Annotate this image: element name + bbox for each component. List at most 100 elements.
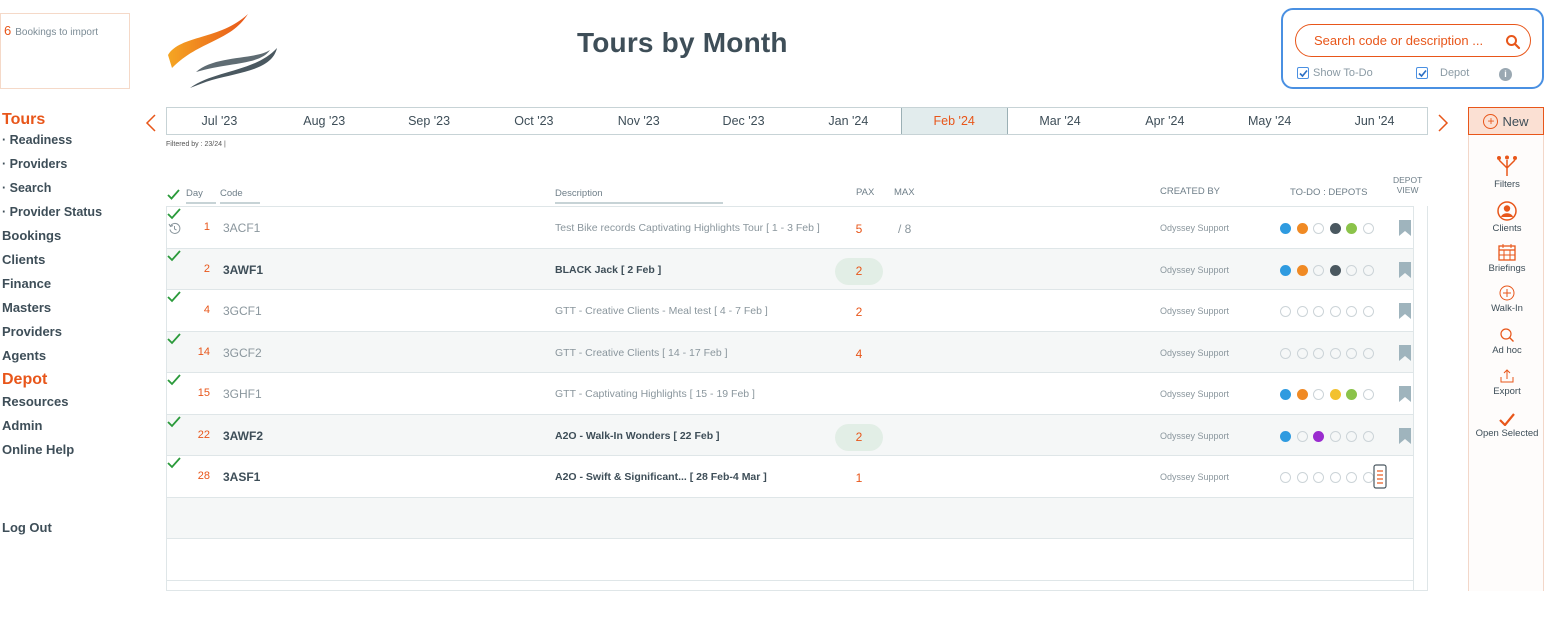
- depot-checkbox[interactable]: Depot: [1416, 67, 1469, 79]
- scrollbar[interactable]: [1413, 206, 1428, 591]
- row-code[interactable]: 3GCF1: [223, 304, 262, 318]
- check-icon[interactable]: [167, 291, 181, 303]
- nav-depot[interactable]: Depot: [2, 372, 102, 394]
- row-created-by: Odyssey Support: [1160, 472, 1229, 482]
- todo-depot-status[interactable]: [1280, 265, 1379, 276]
- tab-month[interactable]: Aug '23: [272, 108, 377, 134]
- row-code[interactable]: 3AWF1: [223, 263, 263, 277]
- row-description[interactable]: BLACK Jack [ 2 Feb ]: [555, 264, 661, 276]
- row-pax: 4: [835, 341, 883, 368]
- export-button[interactable]: Export: [1469, 368, 1545, 397]
- check-icon[interactable]: [167, 333, 181, 345]
- todo-depot-status[interactable]: [1280, 431, 1379, 442]
- nav-search[interactable]: · Search: [2, 180, 102, 204]
- tab-month[interactable]: May '24: [1217, 108, 1322, 134]
- nav-providers-sub[interactable]: · Providers: [2, 156, 102, 180]
- tab-month[interactable]: Jul '23: [167, 108, 272, 134]
- check-icon[interactable]: [167, 416, 181, 428]
- nav-admin[interactable]: Admin: [2, 418, 102, 442]
- tab-month[interactable]: Sep '23: [377, 108, 482, 134]
- show-todo-checkbox[interactable]: Show To-Do: [1297, 67, 1373, 79]
- history-icon[interactable]: [168, 222, 181, 235]
- row-description[interactable]: GTT - Captivating Highlights [ 15 - 19 F…: [555, 388, 755, 400]
- table-row[interactable]: 22 3AWF2 A2O - Walk-In Wonders [ 22 Feb …: [166, 414, 1413, 456]
- nav-readiness[interactable]: · Readiness: [2, 132, 102, 156]
- table-row[interactable]: 14 3GCF2 GTT - Creative Clients [ 14 - 1…: [166, 331, 1413, 373]
- nav-online-help[interactable]: Online Help: [2, 442, 102, 466]
- tab-month[interactable]: Dec '23: [691, 108, 796, 134]
- status-dot: [1297, 223, 1308, 234]
- row-code[interactable]: 3AWF2: [223, 429, 263, 443]
- tab-month[interactable]: Apr '24: [1112, 108, 1217, 134]
- tab-month[interactable]: Oct '23: [481, 108, 586, 134]
- row-description[interactable]: A2O - Swift & Significant... [ 28 Feb-4 …: [555, 471, 767, 483]
- nav-clients[interactable]: Clients: [2, 252, 102, 276]
- tab-month-active[interactable]: Feb '24: [901, 108, 1008, 134]
- table-row[interactable]: 1 3ACF1 Test Bike records Captivating Hi…: [166, 206, 1413, 248]
- check-icon[interactable]: [167, 374, 181, 386]
- row-description[interactable]: Test Bike records Captivating Highlights…: [555, 222, 820, 234]
- status-dot: [1346, 223, 1357, 234]
- column-header-description[interactable]: Description: [555, 188, 723, 204]
- tab-month[interactable]: Jun '24: [1322, 108, 1427, 134]
- row-description[interactable]: GTT - Creative Clients [ 14 - 17 Feb ]: [555, 347, 728, 359]
- column-header-day[interactable]: Day: [186, 188, 216, 204]
- bookmark-icon[interactable]: [1399, 303, 1411, 319]
- mobile-checklist-icon[interactable]: [1373, 464, 1387, 489]
- table-row[interactable]: 15 3GHF1 GTT - Captivating Highlights [ …: [166, 372, 1413, 414]
- tab-month[interactable]: Jan '24: [796, 108, 901, 134]
- nav-finance[interactable]: Finance: [2, 276, 102, 300]
- row-description[interactable]: GTT - Creative Clients - Meal test [ 4 -…: [555, 305, 768, 317]
- todo-depot-status[interactable]: [1280, 472, 1379, 483]
- nav-masters[interactable]: Masters: [2, 300, 102, 324]
- prev-month-chevron-icon[interactable]: [145, 113, 157, 133]
- check-icon[interactable]: [167, 457, 181, 469]
- table-row[interactable]: 28 3ASF1 A2O - Swift & Significant... [ …: [166, 455, 1413, 497]
- clients-button[interactable]: Clients: [1469, 201, 1545, 234]
- bookmark-icon[interactable]: [1399, 220, 1411, 236]
- new-button[interactable]: + New: [1468, 107, 1544, 135]
- nav-provider-status[interactable]: · Provider Status: [2, 204, 102, 228]
- bookmark-icon[interactable]: [1399, 428, 1411, 444]
- tab-month[interactable]: Nov '23: [586, 108, 691, 134]
- bookings-to-import[interactable]: 6Bookings to import: [0, 13, 130, 89]
- row-code[interactable]: 3ACF1: [223, 221, 260, 235]
- table-row[interactable]: 4 3GCF1 GTT - Creative Clients - Meal te…: [166, 289, 1413, 331]
- table-row[interactable]: 2 3AWF1 BLACK Jack [ 2 Feb ] 2 Odyssey S…: [166, 248, 1413, 290]
- todo-depot-status[interactable]: [1280, 223, 1379, 234]
- row-description[interactable]: A2O - Walk-In Wonders [ 22 Feb ]: [555, 430, 720, 442]
- select-all-check-icon[interactable]: [167, 189, 180, 200]
- bookmark-icon[interactable]: [1399, 386, 1411, 402]
- row-created-by: Odyssey Support: [1160, 265, 1229, 275]
- search-input[interactable]: [1295, 24, 1531, 57]
- todo-depot-status[interactable]: [1280, 389, 1379, 400]
- briefings-button[interactable]: Briefings: [1469, 244, 1545, 274]
- open-selected-button[interactable]: Open Selected: [1469, 413, 1545, 439]
- row-code[interactable]: 3ASF1: [223, 470, 260, 484]
- adhoc-button[interactable]: Ad hoc: [1469, 327, 1545, 356]
- nav-bookings[interactable]: Bookings: [2, 228, 102, 252]
- walkin-button[interactable]: Walk-In: [1469, 285, 1545, 314]
- nav-agents[interactable]: Agents: [2, 348, 102, 372]
- info-icon[interactable]: i: [1499, 68, 1512, 81]
- column-header-code[interactable]: Code: [220, 188, 260, 204]
- next-month-chevron-icon[interactable]: [1437, 113, 1449, 133]
- filters-button[interactable]: Filters: [1469, 155, 1545, 190]
- status-dot: [1297, 348, 1308, 359]
- bookmark-icon[interactable]: [1399, 262, 1411, 278]
- status-dot: [1313, 472, 1324, 483]
- row-created-by: Odyssey Support: [1160, 306, 1229, 316]
- row-code[interactable]: 3GCF2: [223, 346, 262, 360]
- bookmark-icon[interactable]: [1399, 345, 1411, 361]
- tab-month[interactable]: Mar '24: [1008, 108, 1113, 134]
- nav-resources[interactable]: Resources: [2, 394, 102, 418]
- todo-depot-status[interactable]: [1280, 306, 1379, 317]
- check-icon[interactable]: [167, 208, 181, 220]
- nav-tours[interactable]: Tours: [2, 112, 102, 132]
- check-icon[interactable]: [167, 250, 181, 262]
- nav-providers[interactable]: Providers: [2, 324, 102, 348]
- todo-depot-status[interactable]: [1280, 348, 1379, 359]
- nav-logout[interactable]: Log Out: [2, 520, 52, 535]
- row-code[interactable]: 3GHF1: [223, 387, 262, 401]
- search-icon[interactable]: [1505, 34, 1521, 50]
